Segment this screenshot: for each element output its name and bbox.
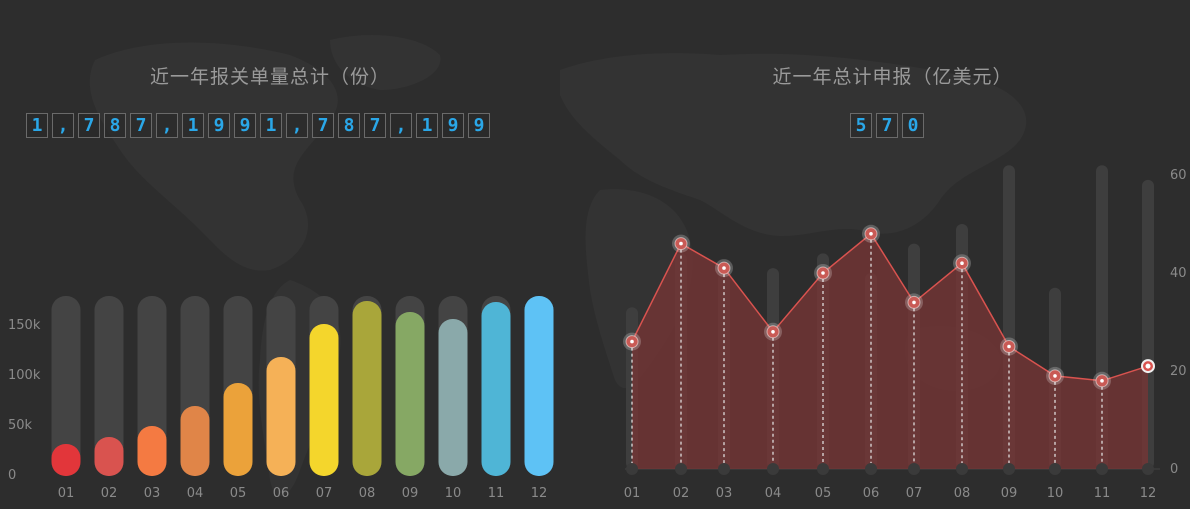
x-tick-label: 09 [1001,486,1018,501]
point-center [771,330,775,334]
y-tick-label: 40 [1170,266,1187,281]
baseline-dot [718,463,730,475]
point-center [1100,379,1104,383]
baseline-dot [1049,463,1061,475]
y-tick-label: 20 [1170,364,1187,379]
x-tick-label: 10 [1047,486,1064,501]
x-tick-label: 01 [624,486,641,501]
point-center [1007,344,1011,349]
baseline-dot [1142,463,1154,475]
point-center [630,339,634,344]
x-tick-label: 08 [954,486,971,501]
point-center [679,241,683,246]
baseline-dot [626,463,638,475]
x-tick-label: 04 [765,486,782,501]
x-tick-label: 07 [906,486,923,501]
x-tick-label: 02 [673,486,690,501]
point-center [821,271,825,275]
baseline-dot [865,463,877,475]
baseline-dot [675,463,687,475]
x-tick-label: 12 [1140,486,1157,501]
area-fill [632,233,1148,469]
x-tick-label: 05 [815,486,832,501]
point-center [1145,363,1151,369]
x-tick-label: 03 [716,486,733,501]
point-center [960,261,964,266]
baseline-dot [767,463,779,475]
x-tick-label: 06 [863,486,880,501]
y-tick-label: 0 [1170,462,1178,477]
baseline-dot [1096,463,1108,475]
point-center [1053,374,1057,378]
declared-area-chart: 01 02 03 04 05 06 07 08 09 10 11 12 0 20 40 60 [623,165,1187,501]
point-center [869,232,873,236]
baseline-dot [1003,463,1015,475]
x-tick-label: 11 [1094,486,1111,501]
point-center [912,300,916,305]
baseline-dot [956,463,968,475]
y-tick-label: 60 [1170,168,1187,183]
baseline-dot [817,463,829,475]
baseline-dot [908,463,920,475]
point-center [722,266,726,270]
